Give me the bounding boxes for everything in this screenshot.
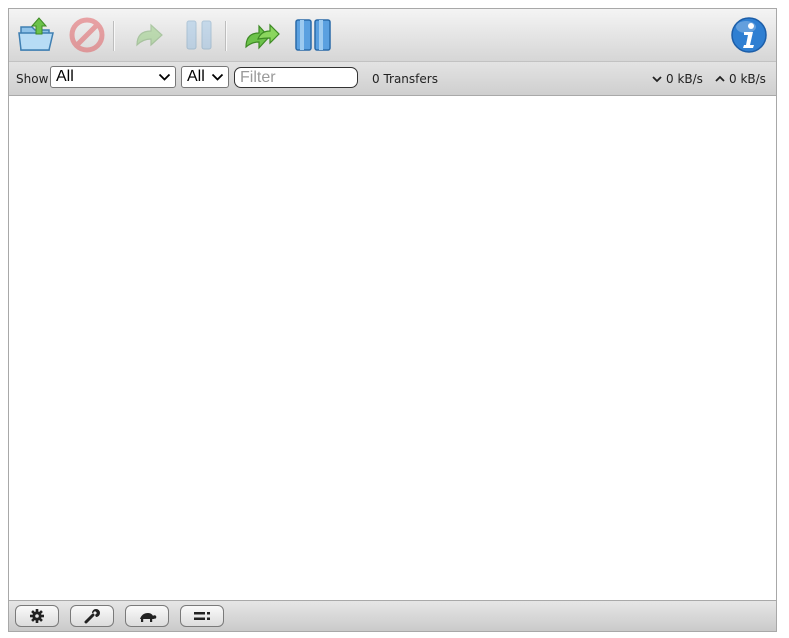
upload-speed-value: 0 kB/s: [729, 71, 766, 86]
pause-icon: [186, 20, 212, 50]
about-button[interactable]: [729, 15, 769, 55]
compact-view-button[interactable]: [180, 605, 224, 627]
remove-torrent-button[interactable]: [67, 15, 107, 55]
chevron-down-icon: [211, 73, 224, 81]
download-arrow-icon: [652, 75, 662, 82]
settings-button[interactable]: [15, 605, 59, 627]
wrench-icon: [84, 609, 100, 624]
tracker-filter-value: All: [187, 68, 205, 85]
state-filter-select[interactable]: All: [50, 66, 176, 88]
resume-torrent-button[interactable]: [129, 15, 169, 55]
preferences-button[interactable]: [70, 605, 114, 627]
info-icon: [731, 17, 767, 53]
upload-speed: 0 kB/s: [715, 62, 766, 95]
resume-arrow-icon: [136, 23, 163, 47]
download-speed: 0 kB/s: [652, 62, 703, 95]
toolbar-separator: [113, 21, 114, 51]
bottom-toolbar: [9, 600, 776, 631]
resume-all-icon: [245, 23, 280, 50]
transmission-window: Show All All Filter 0 Transfers 0 kB/s 0: [8, 8, 777, 632]
gear-icon: [30, 609, 44, 623]
chevron-down-icon: [158, 73, 171, 81]
open-torrent-button[interactable]: [17, 15, 57, 55]
filter-bar: Show All All Filter 0 Transfers 0 kB/s 0: [9, 62, 776, 96]
turtle-icon: [140, 613, 157, 622]
download-speed-value: 0 kB/s: [666, 71, 703, 86]
filter-input[interactable]: Filter: [234, 67, 358, 88]
remove-icon: [69, 17, 105, 53]
compact-view-icon: [194, 612, 210, 620]
transfers-count: 0 Transfers: [372, 71, 438, 86]
upload-arrow-icon: [715, 75, 725, 82]
show-label: Show: [16, 71, 49, 86]
pause-torrent-button[interactable]: [179, 15, 219, 55]
main-toolbar: [9, 9, 776, 62]
state-filter-value: All: [56, 68, 74, 85]
toolbar-separator: [225, 21, 226, 51]
torrent-list[interactable]: [9, 96, 776, 600]
pause-all-button[interactable]: [293, 15, 333, 55]
turtle-mode-button[interactable]: [125, 605, 169, 627]
pause-all-icon: [295, 19, 331, 51]
resume-all-button[interactable]: [241, 15, 281, 55]
tracker-filter-select[interactable]: All: [181, 66, 229, 88]
open-folder-icon: [18, 17, 54, 51]
